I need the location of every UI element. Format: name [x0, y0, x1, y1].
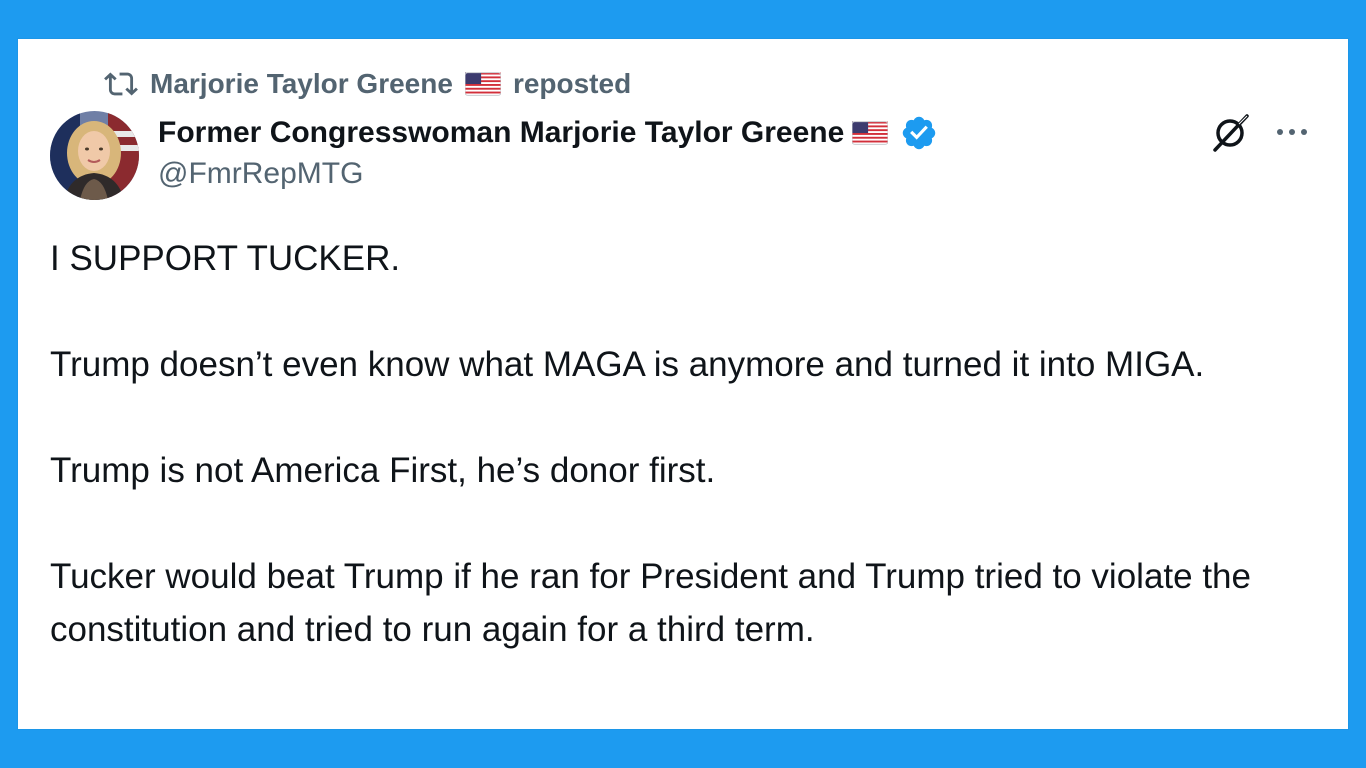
author-handle[interactable]: @FmrRepMTG [158, 157, 363, 191]
post-text: I SUPPORT TUCKER. Trump doesn’t even kno… [50, 232, 1290, 656]
author-name-row: Former Congresswoman Marjorie Taylor Gre… [158, 112, 938, 154]
page-background: Marjorie Taylor Greene reposted Former C… [0, 0, 1366, 768]
post-paragraph: Trump doesn’t even know what MAGA is any… [50, 345, 1205, 384]
us-flag-icon [852, 121, 889, 145]
avatar[interactable] [50, 111, 139, 200]
repost-header: Marjorie Taylor Greene reposted [104, 66, 631, 102]
post-paragraph: I SUPPORT TUCKER. [50, 239, 401, 278]
post-paragraph: Tucker would beat Trump if he ran for Pr… [50, 557, 1251, 649]
verified-badge-icon [903, 116, 936, 150]
repost-icon [104, 72, 138, 96]
us-flag-icon [464, 72, 501, 96]
grok-icon[interactable] [1209, 110, 1253, 154]
author-display-name[interactable]: Former Congresswoman Marjorie Taylor Gre… [158, 116, 844, 150]
repost-suffix: reposted [512, 68, 632, 99]
avatar-image [50, 111, 139, 200]
reposter-name[interactable]: Marjorie Taylor Greene [150, 68, 453, 100]
post-paragraph: Trump is not America First, he’s donor f… [50, 451, 716, 490]
more-icon[interactable] [1274, 121, 1310, 143]
